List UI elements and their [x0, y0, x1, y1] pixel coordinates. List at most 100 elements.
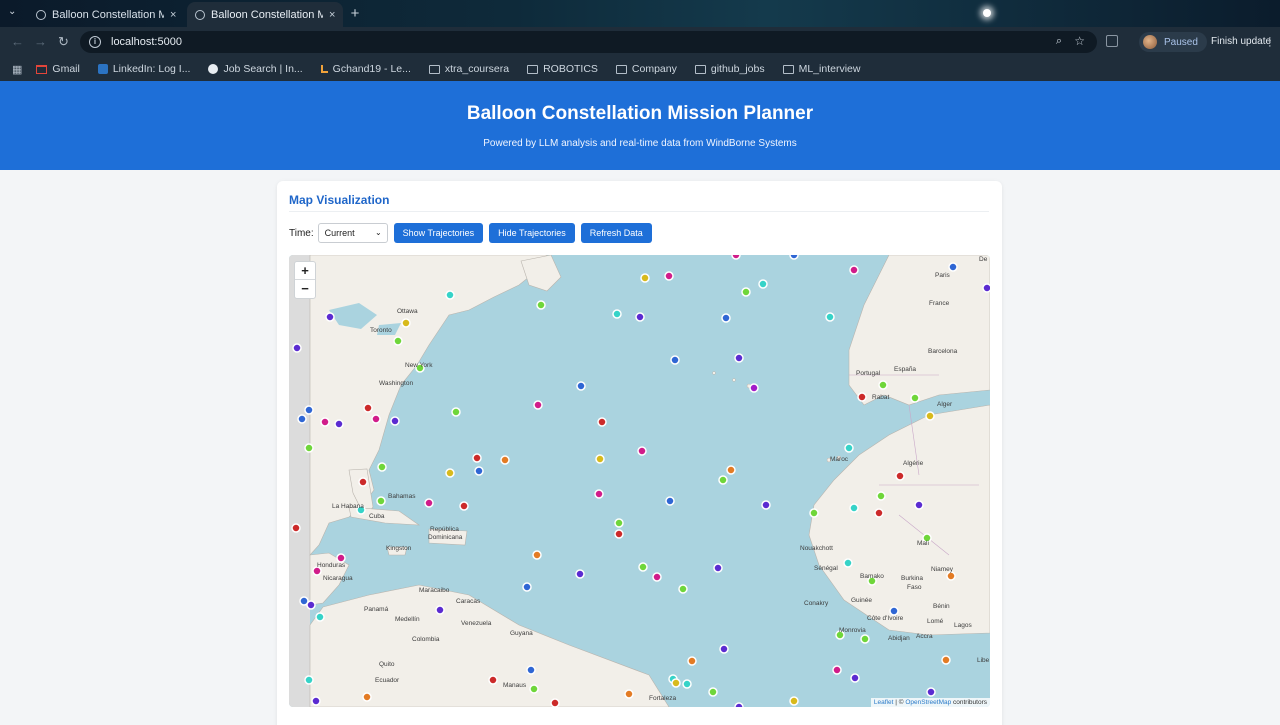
zoom-in-button[interactable]: +: [295, 262, 315, 280]
balloon-marker[interactable]: [320, 417, 330, 427]
balloon-marker[interactable]: [670, 355, 680, 365]
balloon-marker[interactable]: [671, 678, 681, 688]
close-tab-icon[interactable]: ×: [170, 9, 176, 21]
balloon-marker[interactable]: [393, 336, 403, 346]
bookmark-folder-company[interactable]: Company: [615, 63, 677, 75]
time-select[interactable]: Current ⌄: [317, 223, 388, 243]
balloon-marker[interactable]: [874, 508, 884, 518]
balloon-marker[interactable]: [445, 290, 455, 300]
reload-icon[interactable]: ↻: [58, 34, 69, 50]
balloon-marker[interactable]: [500, 455, 510, 465]
balloon-marker[interactable]: [304, 443, 314, 453]
balloon-marker[interactable]: [522, 582, 532, 592]
bookmark-leetcode[interactable]: Gchand19 - Le...: [320, 63, 411, 75]
address-bar[interactable]: i localhost:5000 ⌕ ☆: [80, 31, 1097, 53]
balloon-marker[interactable]: [401, 318, 411, 328]
balloon-marker[interactable]: [726, 465, 736, 475]
balloon-marker[interactable]: [682, 679, 692, 689]
forward-arrow-icon[interactable]: →: [34, 34, 47, 49]
balloon-marker[interactable]: [472, 453, 482, 463]
bookmark-star-icon[interactable]: ☆: [1074, 34, 1085, 48]
balloon-marker[interactable]: [371, 414, 381, 424]
balloon-marker[interactable]: [612, 309, 622, 319]
hide-trajectories-button[interactable]: Hide Trajectories: [489, 223, 575, 243]
browser-tab-1[interactable]: Balloon Constellation Mi ×: [28, 2, 184, 27]
leaflet-map[interactable]: Ottawa Toronto New York Washington Baham…: [289, 255, 990, 707]
refresh-data-button[interactable]: Refresh Data: [580, 223, 652, 243]
balloon-marker[interactable]: [850, 673, 860, 683]
balloon-marker[interactable]: [860, 634, 870, 644]
balloon-marker[interactable]: [789, 696, 799, 706]
balloon-marker[interactable]: [614, 518, 624, 528]
balloon-marker[interactable]: [292, 343, 302, 353]
balloon-marker[interactable]: [789, 255, 799, 260]
balloon-marker[interactable]: [849, 265, 859, 275]
balloon-marker[interactable]: [624, 689, 634, 699]
balloon-marker[interactable]: [474, 466, 484, 476]
extensions-icon[interactable]: [1106, 35, 1118, 47]
balloon-marker[interactable]: [311, 696, 321, 706]
balloon-marker[interactable]: [914, 500, 924, 510]
balloon-marker[interactable]: [291, 523, 301, 533]
balloon-marker[interactable]: [708, 687, 718, 697]
balloon-marker[interactable]: [576, 381, 586, 391]
balloon-marker[interactable]: [635, 312, 645, 322]
url-text[interactable]: localhost:5000: [111, 36, 182, 48]
balloon-marker[interactable]: [678, 584, 688, 594]
browser-tab-2[interactable]: Balloon Constellation Mi ×: [187, 2, 344, 27]
tab-search-chevron-icon[interactable]: ⌄: [8, 6, 16, 17]
balloon-marker[interactable]: [315, 612, 325, 622]
balloon-marker[interactable]: [734, 702, 744, 707]
balloon-marker[interactable]: [358, 477, 368, 487]
balloon-marker[interactable]: [363, 403, 373, 413]
bookmark-gmail[interactable]: Gmail: [36, 63, 80, 75]
balloon-marker[interactable]: [749, 383, 759, 393]
balloon-marker[interactable]: [575, 569, 585, 579]
balloon-marker[interactable]: [719, 644, 729, 654]
balloon-marker[interactable]: [637, 446, 647, 456]
balloon-marker[interactable]: [718, 475, 728, 485]
balloon-marker[interactable]: [878, 380, 888, 390]
balloon-marker[interactable]: [595, 454, 605, 464]
balloon-marker[interactable]: [536, 300, 546, 310]
leaflet-link[interactable]: Leaflet: [874, 699, 894, 706]
balloon-marker[interactable]: [594, 489, 604, 499]
balloon-marker[interactable]: [849, 503, 859, 513]
balloon-marker[interactable]: [376, 496, 386, 506]
balloon-marker[interactable]: [390, 416, 400, 426]
balloon-marker[interactable]: [533, 400, 543, 410]
balloon-marker[interactable]: [948, 262, 958, 272]
balloon-marker[interactable]: [665, 496, 675, 506]
balloon-marker[interactable]: [761, 500, 771, 510]
balloon-marker[interactable]: [825, 312, 835, 322]
balloon-marker[interactable]: [445, 468, 455, 478]
site-info-icon[interactable]: i: [89, 36, 101, 48]
bookmark-folder-xtra-coursera[interactable]: xtra_coursera: [428, 63, 509, 75]
balloon-marker[interactable]: [734, 353, 744, 363]
balloon-marker[interactable]: [982, 283, 990, 293]
balloon-marker[interactable]: [889, 606, 899, 616]
balloon-marker[interactable]: [488, 675, 498, 685]
balloon-marker[interactable]: [664, 271, 674, 281]
balloon-marker[interactable]: [731, 255, 741, 260]
balloon-marker[interactable]: [941, 655, 951, 665]
balloon-marker[interactable]: [297, 414, 307, 424]
back-arrow-icon[interactable]: ←: [11, 34, 24, 49]
balloon-marker[interactable]: [459, 501, 469, 511]
balloon-marker[interactable]: [925, 411, 935, 421]
balloon-marker[interactable]: [377, 462, 387, 472]
show-trajectories-button[interactable]: Show Trajectories: [393, 223, 484, 243]
zoom-out-button[interactable]: −: [295, 280, 315, 298]
balloon-marker[interactable]: [687, 656, 697, 666]
balloon-marker[interactable]: [926, 687, 936, 697]
bookmark-folder-ml-interview[interactable]: ML_interview: [782, 63, 860, 75]
balloon-marker[interactable]: [857, 392, 867, 402]
balloon-marker[interactable]: [638, 562, 648, 572]
openstreetmap-link[interactable]: OpenStreetMap: [905, 699, 951, 706]
balloon-marker[interactable]: [597, 417, 607, 427]
balloon-marker[interactable]: [946, 571, 956, 581]
balloon-marker[interactable]: [435, 605, 445, 615]
balloon-marker[interactable]: [640, 273, 650, 283]
balloon-marker[interactable]: [451, 407, 461, 417]
balloon-marker[interactable]: [362, 692, 372, 702]
